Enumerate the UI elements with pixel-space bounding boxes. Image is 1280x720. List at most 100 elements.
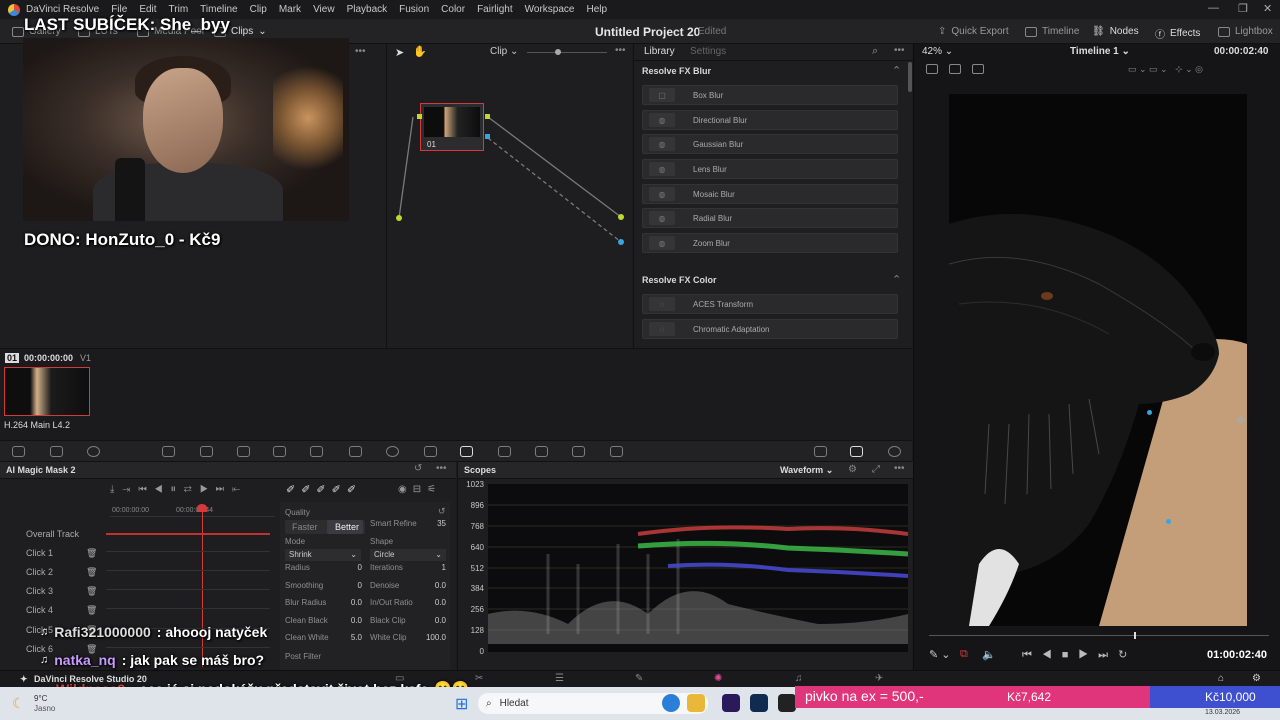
more-options-icon[interactable]: ••• [894, 463, 905, 474]
color-warper-icon[interactable] [814, 446, 827, 457]
fx-item-radial-blur[interactable]: ◍ Radial Blur [642, 208, 898, 228]
menu-clip[interactable]: Clip [250, 4, 267, 15]
picker-icon[interactable]: ✎ ⌄ [929, 648, 951, 661]
fx-item-mosaic-blur[interactable]: ◍ Mosaic Blur [642, 184, 898, 204]
param-value[interactable]: 0.0 [416, 598, 446, 607]
file-explorer-icon[interactable] [687, 694, 705, 712]
track-row-click-3[interactable]: Click 3 🗑 [0, 583, 106, 602]
camera-raw-icon[interactable] [12, 446, 25, 457]
quality-toggle[interactable]: Faster Better [285, 520, 365, 534]
fx-item-directional-blur[interactable]: ◍ Directional Blur [642, 110, 898, 130]
tracking-controls[interactable]: ⤓⇥⏮◀⏸⇄▶⏭⇤ [110, 484, 248, 495]
tab-settings[interactable]: Settings [690, 46, 726, 57]
more-options-icon[interactable]: ••• [436, 463, 447, 474]
settings-gear-icon[interactable]: ⚙ [1252, 673, 1261, 684]
menu-fairlight[interactable]: Fairlight [477, 4, 513, 15]
blur-tool-icon[interactable] [498, 446, 511, 457]
scope-settings-icon[interactable]: ⚙ [848, 464, 857, 475]
curves-icon[interactable] [237, 446, 250, 457]
page-deliver-icon[interactable]: ✈ [875, 673, 883, 684]
photoshop-icon[interactable] [750, 694, 768, 712]
layout-icon[interactable] [949, 64, 962, 74]
track-row-click-1[interactable]: Click 1 🗑 [0, 545, 106, 564]
param-value[interactable]: 1 [416, 563, 446, 572]
rgb-mixer-icon[interactable] [200, 446, 213, 457]
loop-range-icon[interactable]: ⧉ [960, 648, 968, 661]
scope-mode-select[interactable]: Waveform ⌄ [780, 465, 833, 476]
timeline-button[interactable]: Timeline [1025, 26, 1079, 37]
fx-item-gaussian-blur[interactable]: ◍ Gaussian Blur [642, 134, 898, 154]
clip-thumbnail[interactable] [4, 367, 90, 416]
reset-icon[interactable]: ↺ [438, 506, 446, 517]
reset-icon[interactable]: ↺ [414, 463, 422, 474]
mask-view-tools[interactable]: ◉⊟⚟ [398, 484, 442, 495]
transport-controls[interactable]: ⏮◀■▶⏭↻ [1022, 648, 1137, 662]
trash-icon[interactable]: 🗑 [86, 586, 97, 597]
nodes-button[interactable]: ⛓ Nodes [1092, 26, 1139, 37]
node-editor[interactable]: ➤ ✋ Clip ⌄ ••• 01 [386, 44, 632, 348]
layout-icon[interactable] [926, 64, 938, 74]
playhead[interactable] [1134, 632, 1136, 639]
timeline-select[interactable]: Timeline 1 ⌄ [1070, 46, 1130, 57]
edge-icon[interactable] [662, 694, 680, 712]
sizing-icon[interactable] [572, 446, 585, 457]
search-icon[interactable]: ⌕ [872, 45, 878, 58]
menu-trim[interactable]: Trim [169, 4, 189, 15]
page-color-icon[interactable]: ✺ [714, 673, 722, 684]
tab-library[interactable]: Library [644, 46, 675, 57]
menu-edit[interactable]: Edit [139, 4, 156, 15]
page-cut-icon[interactable]: ✂ [475, 673, 483, 684]
viewer-overlay-tools[interactable]: ▭ ⌄ ▭ ⌄ ⊹ ⌄ ◎ [1128, 64, 1258, 74]
fx-item-lens-blur[interactable]: ◍ Lens Blur [642, 159, 898, 179]
color-wheels-icon[interactable] [87, 446, 100, 457]
page-fusion-icon[interactable]: ✎ [635, 673, 643, 684]
premiere-icon[interactable] [722, 694, 740, 712]
viewer-layout-icons[interactable] [926, 64, 986, 74]
color-match-icon[interactable] [50, 446, 63, 457]
mask-stroke-tools[interactable]: ✐✐✐✐✐ [286, 483, 362, 496]
mask-point[interactable] [1147, 410, 1152, 415]
moon-weather-icon[interactable]: ☾ [12, 695, 25, 712]
resolve-taskbar-icon[interactable] [778, 694, 796, 712]
effects-button[interactable]: ⓕ Effects [1155, 26, 1200, 41]
menu-mark[interactable]: Mark [279, 4, 301, 15]
trash-icon[interactable]: 🗑 [86, 605, 97, 616]
menu-playback[interactable]: Playback [347, 4, 388, 15]
menu-workspace[interactable]: Workspace [525, 4, 575, 15]
menu-view[interactable]: View [313, 4, 335, 15]
library-scrollbar[interactable] [908, 62, 912, 92]
fx-item-box-blur[interactable]: ▢ Box Blur [642, 85, 898, 105]
key-icon[interactable] [535, 446, 548, 457]
param-value[interactable]: 5.0 [332, 633, 362, 642]
page-edit-icon[interactable]: ☰ [555, 673, 564, 684]
track-row-overall[interactable]: Overall Track [0, 526, 106, 545]
hdr-icon[interactable] [162, 446, 175, 457]
tracker-playhead-icon[interactable] [197, 504, 207, 512]
menu-help[interactable]: Help [586, 4, 607, 15]
qualifier-icon[interactable] [349, 446, 362, 457]
better-option[interactable]: Better [335, 522, 359, 532]
quick-export-button[interactable]: ⇪ Quick Export [938, 26, 1009, 37]
home-icon[interactable]: ⌂ [1218, 673, 1224, 684]
faster-option[interactable]: Faster [292, 522, 318, 532]
menu-timeline[interactable]: Timeline [200, 4, 237, 15]
fx-item-chromatic-adaptation[interactable]: ◌ Chromatic Adaptation [642, 319, 898, 339]
param-value[interactable]: 0.0 [416, 581, 446, 590]
motion-effects-icon[interactable] [273, 446, 286, 457]
viewer-image[interactable] [949, 94, 1247, 626]
collapse-icon[interactable]: ⌃ [892, 64, 901, 77]
smart-refine-value[interactable]: 35 [416, 519, 446, 528]
track-row-click-4[interactable]: Click 4 🗑 [0, 602, 106, 621]
param-value[interactable]: 0 [332, 563, 362, 572]
shape-select[interactable]: Circle ⌄ [370, 549, 446, 561]
collapse-icon[interactable]: ⌃ [892, 273, 901, 286]
node-output-alpha[interactable] [485, 134, 490, 139]
lightbox-button[interactable]: Lightbox [1218, 26, 1273, 37]
more-options-icon[interactable]: ••• [355, 46, 366, 57]
trash-icon[interactable]: 🗑 [86, 567, 97, 578]
3d-icon[interactable] [610, 446, 623, 457]
maximize-icon[interactable]: ❐ [1238, 2, 1248, 15]
mode-select[interactable]: Shrink ⌄ [285, 549, 361, 561]
menu-color[interactable]: Color [441, 4, 465, 15]
scopes-icon[interactable] [850, 446, 863, 457]
